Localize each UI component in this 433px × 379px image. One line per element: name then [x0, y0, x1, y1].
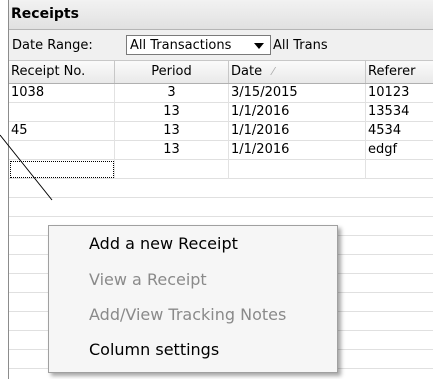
menu-item-column-settings[interactable]: Column settings — [49, 335, 337, 364]
context-menu: Add a new Receipt View a Receipt Add/Vie… — [48, 225, 338, 373]
panel-title: Receipts — [11, 6, 79, 22]
menu-item-tracking-notes[interactable]: Add/View Tracking Notes — [49, 300, 337, 329]
grid-header: Receipt No. Period Date ⁄ Referer — [9, 61, 433, 84]
column-header-period[interactable]: Period — [115, 61, 229, 83]
table-row[interactable]: 1038 3 3/15/2015 10123 — [9, 84, 433, 103]
table-row[interactable]: 13 1/1/2016 edgf — [9, 141, 433, 160]
new-row[interactable] — [9, 160, 433, 179]
reference-cell: 10123 — [368, 85, 410, 100]
date-range-value: All Transactions — [130, 38, 232, 53]
date-range-label: Date Range: — [12, 38, 93, 53]
column-header-receipt-no[interactable]: Receipt No. — [9, 61, 115, 83]
receipt-no-cell: 1038 — [9, 84, 115, 103]
panel-title-bar: Receipts — [9, 0, 433, 30]
receipt-no-cell — [9, 103, 115, 122]
empty-row — [9, 179, 433, 198]
column-header-date[interactable]: Date ⁄ — [229, 61, 366, 83]
date-cell — [229, 160, 366, 179]
date-cell: 1/1/2016 — [229, 103, 366, 122]
period-cell: 3 — [115, 84, 229, 103]
period-cell — [115, 160, 229, 179]
reference-cell: 13534 — [368, 104, 410, 119]
period-cell: 13 — [115, 141, 229, 160]
sort-ascending-icon: ⁄ — [272, 65, 275, 78]
menu-item-add-receipt[interactable]: Add a new Receipt — [49, 229, 337, 258]
date-cell: 3/15/2015 — [229, 84, 366, 103]
receipt-no-cell: 45 — [9, 122, 115, 141]
filter-row: Date Range: All Transactions All Trans — [9, 30, 433, 61]
receipt-no-cell[interactable] — [9, 160, 115, 179]
column-header-reference[interactable]: Referer — [366, 61, 433, 83]
reference-cell: 4534 — [368, 123, 402, 138]
reference-cell — [366, 160, 433, 179]
table-row[interactable]: 13 1/1/2016 13534 — [9, 103, 433, 122]
receipt-no-cell — [9, 141, 115, 160]
empty-row — [9, 198, 433, 217]
date-cell: 1/1/2016 — [229, 141, 366, 160]
transactions-filter-text: All Trans — [273, 38, 328, 53]
table-row[interactable]: 45 13 1/1/2016 4534 — [9, 122, 433, 141]
period-cell: 13 — [115, 103, 229, 122]
period-cell: 13 — [115, 122, 229, 141]
date-cell: 1/1/2016 — [229, 122, 366, 141]
dropdown-arrow-icon[interactable] — [254, 43, 264, 49]
date-range-select[interactable]: All Transactions — [126, 35, 271, 55]
menu-item-view-receipt[interactable]: View a Receipt — [49, 265, 337, 294]
reference-cell: edgf — [368, 142, 398, 157]
